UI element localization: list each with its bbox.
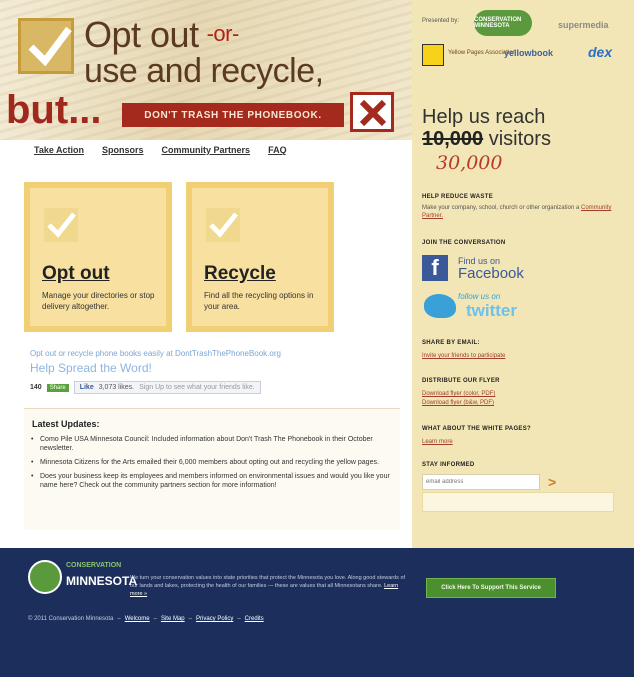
footer-link-privacy[interactable]: Privacy Policy [196,616,233,622]
twitter-link[interactable]: twitter [466,301,517,321]
facebook-link[interactable]: Facebook [458,265,524,282]
nav-faq[interactable]: FAQ [268,145,287,155]
footer-link-site-map[interactable]: Site Map [161,616,185,622]
update-item: Como Pile USA Minnesota Council: Include… [30,435,390,453]
invite-friends-link[interactable]: Invite your friends to participate [422,352,622,360]
recycle-card[interactable]: Recycle Find all the recycling options i… [186,182,334,332]
opt-out-title[interactable]: Opt out [42,263,110,285]
opt-out-card[interactable]: Opt out Manage your directories or stop … [24,182,172,332]
conservation-minnesota-logo[interactable]: CONSERVATION MINNESOTA [474,10,532,36]
reduce-waste-heading: HELP REDUCE WASTE [422,194,493,200]
spread-intro: Opt out or recycle phone books easily at… [30,349,281,358]
checkmark-icon [44,208,78,242]
flyer-bw-link[interactable]: Download flyer (b&w, PDF) [422,399,622,407]
update-item: Minnesota Citizens for the Arts emailed … [30,458,390,467]
hero-line-2: use and recycle, [84,52,324,90]
facebook-like-count: 3,073 likes. [98,384,135,391]
presented-by-label: Presented by: [422,18,460,24]
footer-link-welcome[interactable]: Welcome [125,616,150,622]
hero-but: but... [6,88,102,132]
yellow-pages-logo-icon[interactable] [422,44,444,66]
x-mark-icon [350,92,394,132]
update-item: Does your business keep its employees an… [30,472,390,490]
latest-updates: Latest Updates: Como Pile USA Minnesota … [24,408,400,530]
facebook-icon[interactable]: f [422,255,448,281]
facebook-like-box: Like 3,073 likes. Sign Up to see what yo… [73,381,261,394]
white-pages-heading: WHAT ABOUT THE WHITE PAGES? [422,426,531,432]
yellowbook-logo[interactable]: yellowbook [504,48,553,58]
hero-banner: DON'T TRASH THE PHONEBOOK. [122,103,344,127]
footer-logo-name[interactable]: MINNESOTA [66,574,137,588]
footer-links: © 2011 Conservation Minnesota – Welcome … [28,616,264,622]
hero-line-1: Opt out -or- [84,14,240,55]
facebook-like-button[interactable]: Like [80,384,94,391]
checkmark-icon [18,18,74,74]
conservation-minnesota-footer-logo-icon[interactable] [28,560,62,594]
dex-logo[interactable]: dex [588,44,612,60]
stay-informed-heading: STAY INFORMED [422,462,475,468]
goal-old-number: 10,000 [422,128,484,150]
reduce-waste-text: Make your company, school, church or oth… [422,205,612,219]
recycle-desc: Find all the recycling options in your a… [204,291,314,311]
goal-new-number: 30,000 [436,152,503,174]
email-panel [422,492,614,512]
goal-line-1: Help us reach [422,106,546,128]
share-count: 140 [30,384,42,391]
submit-arrow-icon[interactable]: > [548,474,556,490]
flyer-color-link[interactable]: Download flyer (color, PDF) [422,390,622,398]
facebook-like-note[interactable]: Sign Up to see what your friends like. [139,384,255,391]
join-conversation-heading: JOIN THE CONVERSATION [422,240,506,246]
nav-community-partners[interactable]: Community Partners [162,145,251,155]
sidebar: Presented by: CONSERVATION MINNESOTA sup… [412,0,634,548]
copyright: © 2011 Conservation Minnesota [28,616,114,622]
page: Opt out -or- use and recycle, but... DON'… [0,0,634,677]
distribute-flyer-heading: DISTRIBUTE OUR FLYER [422,378,500,384]
email-signup: > [422,474,556,490]
share-bar: 140 Share Like 3,073 likes. Sign Up to s… [30,381,261,394]
white-pages-link[interactable]: Learn more [422,438,622,446]
twitter-follow-label[interactable]: follow us on [458,292,500,301]
footer-logo-top[interactable]: CONSERVATION [66,562,121,569]
recycle-title[interactable]: Recycle [204,263,276,285]
share-email-heading: SHARE BY EMAIL: [422,340,480,346]
nav-take-action[interactable]: Take Action [34,145,84,155]
support-service-button[interactable]: Click Here To Support This Service [426,578,556,598]
hero-header: Opt out -or- use and recycle, but... DON'… [0,0,412,140]
supermedia-logo[interactable]: supermedia [558,20,609,30]
visitor-goal: Help us reach 10,000 visitors [422,106,551,150]
updates-title: Latest Updates: [32,419,100,429]
email-input[interactable] [422,474,540,490]
nav-sponsors[interactable]: Sponsors [102,145,144,155]
share-button[interactable]: Share [46,383,69,392]
footer-about: We turn your conservation values into st… [130,575,406,597]
checkmark-icon [206,208,240,242]
main-nav: Take Action Sponsors Community Partners … [34,145,287,155]
spread-headline: Help Spread the Word! [30,361,152,375]
hero-or: -or- [206,21,240,46]
footer-link-credits[interactable]: Credits [245,616,264,622]
footer: CONSERVATION MINNESOTA We turn your cons… [0,548,634,677]
goal-visitors: visitors [488,128,551,150]
twitter-bird-icon[interactable] [424,294,456,318]
opt-out-desc: Manage your directories or stop delivery… [42,291,155,311]
